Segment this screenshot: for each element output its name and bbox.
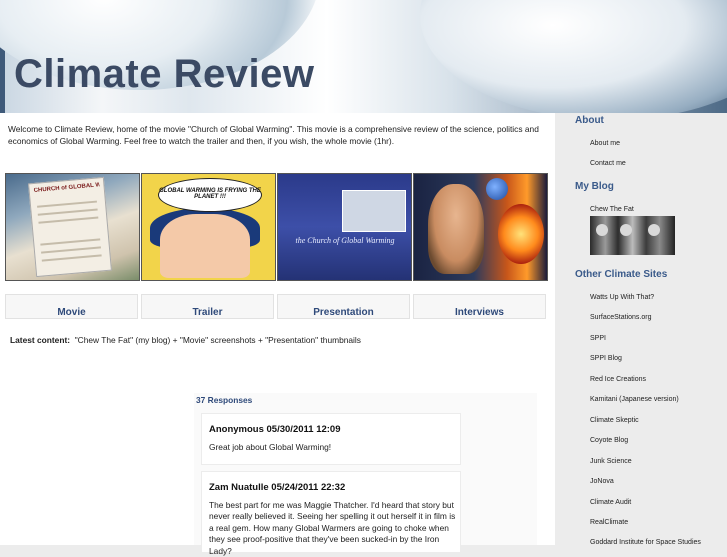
main-content: Welcome to Climate Review, home of the m… [0,113,555,556]
sidebar-link-about-me[interactable]: About me [590,140,620,147]
tab-interviews[interactable]: Interviews [413,294,546,319]
thumbnail-row: CHURCH of GLOBAL WARMING GLOBAL WARMING … [5,173,550,281]
site-title[interactable]: Climate Review [14,52,314,97]
latest-content: Latest content: "Chew The Fat" (my blog)… [10,335,361,345]
sidebar-heading-blog: My Blog [575,181,614,192]
comic-face [160,214,250,278]
latest-label: Latest content: [10,335,71,345]
sidebar-link-site[interactable]: SurfaceStations.org [590,314,651,321]
sidebar-link-contact-me[interactable]: Contact me [590,160,626,167]
speech-bubble: GLOBAL WARMING IS FRYING THE PLANET !!! [158,178,262,212]
intro-text: Welcome to Climate Review, home of the m… [8,124,539,146]
sidebar-link-site[interactable]: Climate Audit [590,499,631,506]
banner-earth-image-right [420,0,727,113]
presentation-thumbnail[interactable]: the Church of Global Warming [277,173,412,281]
sidebar-link-site[interactable]: SPPI Blog [590,355,622,362]
portrait-image [428,184,484,274]
sidebar-link-site[interactable]: Junk Science [590,458,632,465]
newspaper-line [41,254,102,262]
presentation-caption [288,254,404,268]
comment-card: Zam Nuatulle 05/24/2011 22:32 The best p… [201,471,461,556]
sidebar: About About me Contact me My Blog Chew T… [555,113,727,546]
sidebar-heading-about: About [575,115,604,126]
sidebar-link-site[interactable]: JoNova [590,478,614,485]
sidebar-link-site[interactable]: Red Ice Creations [590,376,646,383]
tab-trailer[interactable]: Trailer [141,294,274,319]
interviews-thumbnail[interactable] [413,173,548,281]
tab-presentation[interactable]: Presentation [277,294,410,319]
comments-section: 37 Responses Anonymous 05/30/2011 12:09 … [194,393,537,556]
blog-photo-face [648,224,660,236]
blog-photo-face [620,224,632,236]
presentation-title: the Church of Global Warming [295,236,395,245]
comment-author: Anonymous 05/30/2011 12:09 [209,424,341,435]
sidebar-link-site[interactable]: RealClimate [590,519,628,526]
sidebar-link-site[interactable]: SPPI [590,335,606,342]
newspaper-image: CHURCH of GLOBAL WARMING [28,176,112,278]
planet-image [486,178,508,200]
responses-count: 37 Responses [196,395,253,405]
comment-author: Zam Nuatulle 05/24/2011 22:32 [209,482,346,493]
trailer-thumbnail[interactable]: GLOBAL WARMING IS FRYING THE PLANET !!! [141,173,276,281]
section-tabs: Movie Trailer Presentation Interviews [5,294,550,319]
presentation-photo [342,190,406,232]
sidebar-link-site[interactable]: Watts Up With That? [590,294,654,301]
sidebar-link-site[interactable]: Climate Skeptic [590,417,639,424]
newspaper-line [41,246,101,254]
sidebar-link-chew-the-fat[interactable]: Chew The Fat [590,206,634,213]
comment-text: The best part for me was Maggie Thatcher… [209,500,456,556]
latest-text: "Chew The Fat" (my blog) + "Movie" scree… [74,335,361,345]
newspaper-headline: CHURCH of GLOBAL WARMING [33,182,101,195]
comment-text: Great job about Global Warming! [209,442,332,452]
sidebar-link-site[interactable]: Kamitani (Japanese version) [590,396,679,403]
fire-image [498,204,544,264]
comment-card: Anonymous 05/30/2011 12:09 Great job abo… [201,413,461,465]
sidebar-heading-sites: Other Climate Sites [575,269,668,280]
newspaper-line [37,200,97,208]
blog-photo-face [596,224,608,236]
movie-thumbnail[interactable]: CHURCH of GLOBAL WARMING [5,173,140,281]
site-banner: Climate Review [0,0,727,113]
newspaper-line [37,208,98,216]
newspaper-line [38,216,99,224]
newspaper-line [40,238,101,246]
sidebar-link-site[interactable]: Coyote Blog [590,437,628,444]
blog-thumbnail[interactable] [590,216,675,255]
tab-movie[interactable]: Movie [5,294,138,319]
